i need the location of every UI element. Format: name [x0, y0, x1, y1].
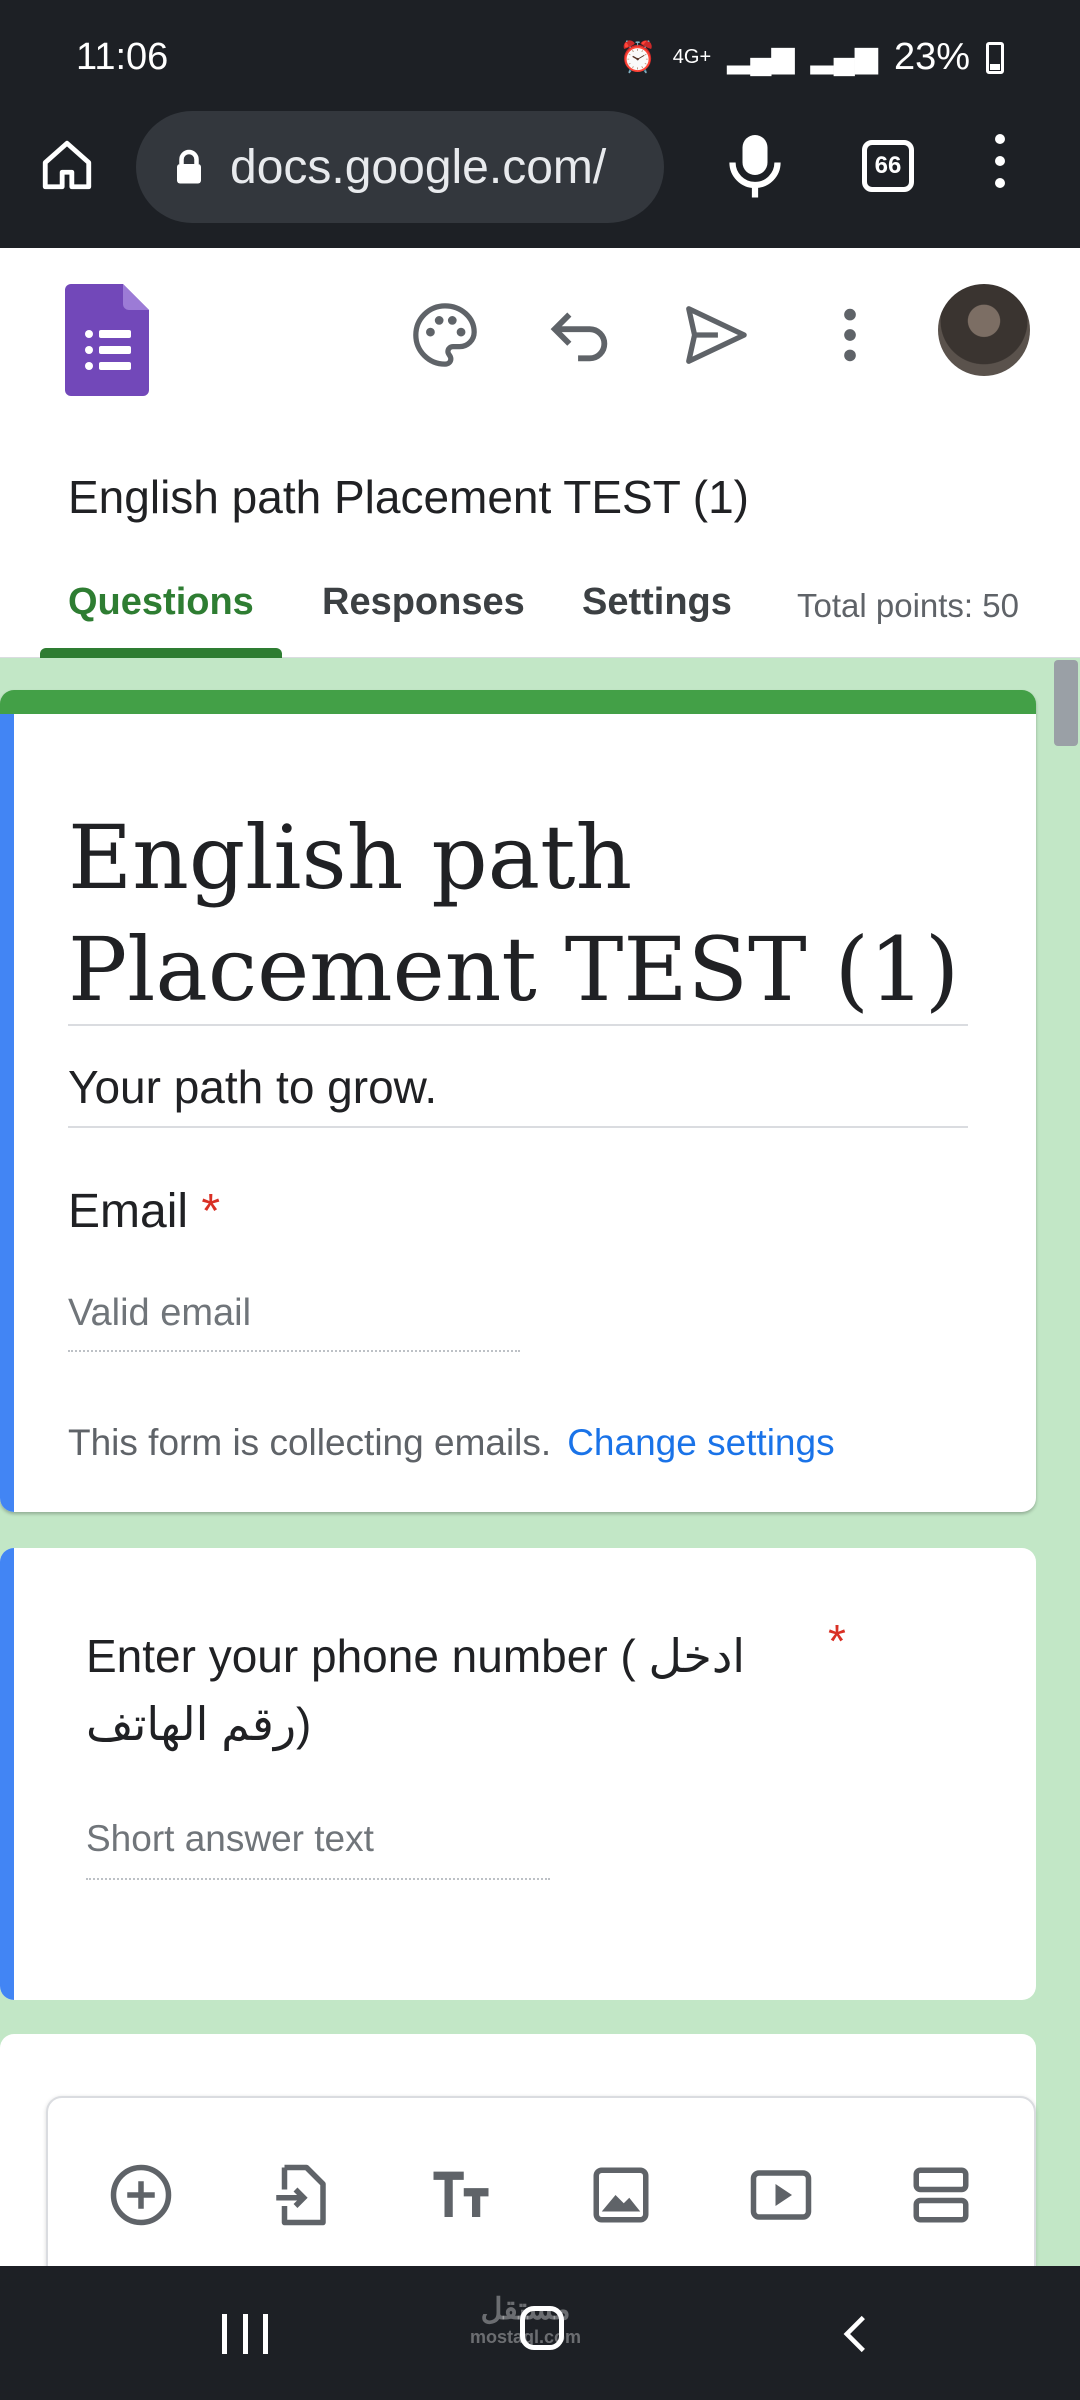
- back-icon[interactable]: [834, 2312, 878, 2356]
- battery-icon: [986, 41, 1004, 74]
- add-section-icon[interactable]: [908, 2162, 974, 2228]
- question-required-asterisk: *: [828, 1615, 846, 1667]
- form-title-card[interactable]: English path Placement TEST (1) Your pat…: [0, 690, 1036, 1512]
- system-nav-bar: مستقل mostaql.com: [0, 2266, 1080, 2400]
- question-title[interactable]: Enter your phone number ( ادخل رقم الهات…: [86, 1622, 766, 1758]
- status-time: 11:06: [76, 36, 169, 78]
- active-tab-indicator: [40, 648, 282, 658]
- address-bar[interactable]: docs.google.com/: [136, 111, 664, 223]
- total-points: Total points: 50: [797, 587, 1019, 624]
- add-title-icon[interactable]: [428, 2162, 494, 2228]
- email-label-text: Email: [68, 1185, 189, 1238]
- tab-responses[interactable]: Responses: [322, 581, 525, 624]
- home-icon[interactable]: [38, 136, 96, 194]
- browser-toolbar: docs.google.com/ 66: [0, 100, 1080, 248]
- email-label: Email *: [68, 1184, 220, 1239]
- form-description[interactable]: Your path to grow.: [68, 1060, 437, 1114]
- title-divider: [68, 1024, 968, 1026]
- page-scrollbar[interactable]: [1050, 658, 1080, 2268]
- forms-header: English path Placement TEST (1) Question…: [0, 248, 1080, 658]
- tab-settings[interactable]: Settings: [582, 581, 732, 624]
- palette-icon[interactable]: [410, 300, 480, 370]
- microphone-icon[interactable]: [725, 130, 785, 200]
- network-type: 4G+: [672, 46, 712, 68]
- required-asterisk: *: [201, 1185, 221, 1238]
- more-options-icon[interactable]: [815, 300, 885, 370]
- send-icon[interactable]: [680, 300, 750, 370]
- signal-icon: ▂▄▆: [727, 41, 795, 74]
- import-questions-icon[interactable]: [268, 2162, 334, 2228]
- short-answer-field: Short answer text: [86, 1818, 550, 1880]
- add-video-icon[interactable]: [748, 2162, 814, 2228]
- collecting-emails-text: This form is collecting emails.: [68, 1422, 552, 1463]
- watermark-text: مستقل: [480, 2293, 571, 2326]
- battery-percent: 23%: [893, 36, 970, 78]
- collecting-emails-note: This form is collecting emails. Change se…: [68, 1422, 835, 1464]
- avatar[interactable]: [938, 284, 1030, 376]
- selected-card-accent: [0, 714, 14, 1512]
- tab-switcher-button[interactable]: 66: [862, 140, 914, 192]
- undo-icon[interactable]: [546, 300, 616, 370]
- lock-icon: [177, 149, 201, 184]
- watermark-sub: mostaql.com: [470, 2327, 582, 2347]
- tab-questions[interactable]: Questions: [68, 581, 254, 624]
- google-forms-logo[interactable]: [65, 284, 149, 396]
- signal-icon-2: ▂▄▆: [810, 41, 878, 74]
- add-image-icon[interactable]: [588, 2162, 654, 2228]
- email-field[interactable]: Valid email: [68, 1292, 520, 1352]
- question-card-accent: [0, 1548, 14, 2000]
- status-icons: ⏰ 4G+ ▂▄▆ ▂▄▆ 23%: [619, 36, 1004, 79]
- url-text: docs.google.com/: [230, 140, 607, 194]
- alarm-icon: ⏰: [619, 41, 657, 74]
- scroll-thumb[interactable]: [1054, 660, 1078, 746]
- watermark: مستقل mostaql.com: [470, 2292, 581, 2348]
- document-title[interactable]: English path Placement TEST (1): [68, 470, 749, 524]
- question-card[interactable]: Enter your phone number ( ادخل رقم الهات…: [0, 1548, 1036, 2000]
- browser-menu-icon[interactable]: [990, 134, 1010, 198]
- change-settings-link[interactable]: Change settings: [567, 1422, 834, 1463]
- form-title[interactable]: English path Placement TEST (1): [68, 802, 968, 1026]
- description-divider: [68, 1126, 968, 1128]
- add-question-icon[interactable]: [108, 2162, 174, 2228]
- recents-button[interactable]: [222, 2314, 268, 2354]
